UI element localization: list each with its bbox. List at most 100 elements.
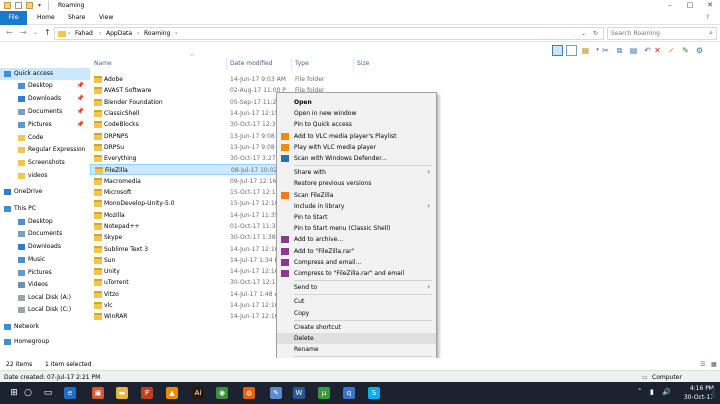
tab-home[interactable]: Home [37,13,55,23]
menu-item-compress-to-filezilla-rar-and-email[interactable]: Compress to "FileZilla.rar" and email [277,268,436,279]
sidebar-item-homegroup[interactable]: Homegroup [0,336,90,348]
menu-item-open[interactable]: Open [277,97,436,108]
menu-item-add-to-filezilla-rar[interactable]: Add to "FileZilla.rar" [277,246,436,257]
sidebar-item-quick-access[interactable]: Quick access [0,68,90,80]
column-date-modified[interactable]: Date modified [230,60,273,67]
sidebar-item-onedrive[interactable]: OneDrive [0,186,90,198]
sidebar-item-music[interactable]: Music [0,254,90,266]
menu-item-create-shortcut[interactable]: Create shortcut [277,322,436,333]
cut-icon[interactable]: ✂ [600,45,611,56]
tab-share[interactable]: Share [68,13,85,23]
tab-view[interactable]: View [99,13,113,23]
sidebar-item-downloads[interactable]: Downloads [0,241,90,253]
menu-item-restore-previous-versions[interactable]: Restore previous versions [277,178,436,189]
sidebar-item-local-disk-c[interactable]: Local Disk (C:) [0,304,90,316]
new-folder-icon[interactable] [26,2,33,9]
task-view-icon[interactable]: ▭ [40,385,56,401]
maximize-button[interactable]: □ [680,0,700,11]
sidebar-item-documents[interactable]: Documents 📌 [0,106,90,118]
table-row[interactable]: Adobe 14-Jun-17 9:03 AM File folder [90,74,380,85]
sidebar-item-desktop[interactable]: Desktop 📌 [0,80,90,92]
illustrator-icon[interactable]: Ai [192,387,204,399]
clock[interactable]: 4:16 PM 30-Oct-17 [684,384,714,402]
menu-item-scan-filezilla[interactable]: Scan FileZilla [277,190,436,201]
qbittorrent-icon[interactable]: q [343,387,355,399]
breadcrumb-roaming[interactable]: Roaming [144,30,170,37]
powerpoint-icon[interactable]: P [141,387,153,399]
sidebar-item-code[interactable]: Code [0,132,90,144]
help-icon[interactable]: ? [706,13,709,23]
back-button[interactable]: ← [6,28,13,37]
menu-item-copy[interactable]: Copy [277,308,436,319]
address-dropdown-icon[interactable]: ⌄ [581,30,586,37]
check-icon[interactable]: ✓ [666,45,677,56]
media-icon[interactable]: ▣ [92,387,104,399]
quick-access-dropdown-icon[interactable]: ▾ [38,2,41,9]
firefox-icon[interactable]: ◍ [243,387,255,399]
chrome-icon[interactable]: ◉ [216,387,228,399]
search-icon[interactable]: ○ [20,385,36,401]
rename-icon[interactable]: ✎ [680,45,691,56]
menu-item-play-with-vlc-media-player[interactable]: Play with VLC media player [277,142,436,153]
word-icon[interactable]: W [293,387,305,399]
details-pane-icon[interactable] [552,45,563,56]
menu-item-compress-and-email[interactable]: Compress and email... [277,257,436,268]
menu-item-pin-to-quick-access[interactable]: Pin to Quick access [277,119,436,130]
sidebar-item-this-pc[interactable]: This PC [0,203,90,215]
sidebar-item-local-disk-a[interactable]: Local Disk (A:) [0,292,90,304]
breadcrumb-appdata[interactable]: AppData [106,30,132,37]
menu-item-share-with[interactable]: Share with › [277,167,436,178]
address-input[interactable]: › Fahad › AppData › Roaming › ⌄ ↻ [54,27,604,40]
menu-item-delete[interactable]: Delete [277,333,436,344]
settings-icon[interactable]: ⚙ [694,45,705,56]
sidebar-item-videos[interactable]: videos [0,170,90,182]
volume-icon[interactable]: 🔊 [662,388,671,396]
menu-item-open-in-new-window[interactable]: Open in new window [277,108,436,119]
sidebar-item-videos[interactable]: Videos [0,279,90,291]
up-button[interactable]: ↑ [44,28,51,37]
menu-item-send-to[interactable]: Send to › [277,282,436,293]
edge-icon[interactable]: e [64,387,76,399]
menu-item-add-to-archive[interactable]: Add to archive... [277,234,436,245]
preview-pane-icon[interactable] [566,45,577,56]
sidebar-item-downloads[interactable]: Downloads 📌 [0,93,90,105]
column-type[interactable]: Type [295,60,309,67]
layout-icon[interactable]: ▦ [580,45,591,56]
sidebar-item-pictures[interactable]: Pictures [0,267,90,279]
tray-expand-icon[interactable]: ˄ [638,388,642,396]
recent-locations-button[interactable]: ⌄ [33,29,38,36]
sidebar-item-screenshots[interactable]: Screenshots [0,157,90,169]
close-button[interactable]: ✕ [700,0,720,11]
search-input[interactable] [608,28,698,39]
skype-icon[interactable]: S [368,387,380,399]
menu-item-include-in-library[interactable]: Include in library › [277,201,436,212]
large-icons-view-icon[interactable]: ▦ [711,361,717,368]
vlc-icon[interactable]: ▲ [166,387,178,399]
show-desktop-button[interactable] [712,388,715,398]
forward-button[interactable]: → [20,28,27,37]
menu-item-pin-to-start[interactable]: Pin to Start [277,212,436,223]
network-tray-icon[interactable]: ▮ [650,388,654,396]
sidebar-item-documents[interactable]: Documents [0,228,90,240]
torrent-icon[interactable]: µ [318,387,330,399]
paint-icon[interactable]: ✎ [270,387,282,399]
minimize-button[interactable]: – [660,0,680,11]
details-view-icon[interactable]: ☰ [700,361,705,368]
search-box[interactable]: ⌕ [607,27,717,40]
copy-icon[interactable]: ⧉ [614,45,625,56]
sidebar-item-network[interactable]: Network [0,321,90,333]
menu-item-pin-to-start-menu-classic-shell[interactable]: Pin to Start menu (Classic Shell) [277,223,436,234]
menu-item-cut[interactable]: Cut [277,296,436,307]
refresh-button[interactable]: ↻ [593,30,598,37]
delete-icon[interactable]: ✕ [652,45,663,56]
sidebar-item-regular-expression[interactable]: Regular Expression [0,144,90,156]
sidebar-item-desktop[interactable]: Desktop [0,216,90,228]
column-name[interactable]: Name [94,60,112,67]
menu-item-rename[interactable]: Rename [277,344,436,355]
file-explorer-icon[interactable]: ▬ [116,387,128,399]
properties-icon[interactable] [15,2,22,9]
breadcrumb-fahad[interactable]: Fahad [75,30,93,37]
menu-item-add-to-vlc-media-player-s-playlist[interactable]: Add to VLC media player's Playlist [277,131,436,142]
sidebar-item-pictures[interactable]: Pictures 📌 [0,119,90,131]
paste-icon[interactable]: ▤ [628,45,639,56]
